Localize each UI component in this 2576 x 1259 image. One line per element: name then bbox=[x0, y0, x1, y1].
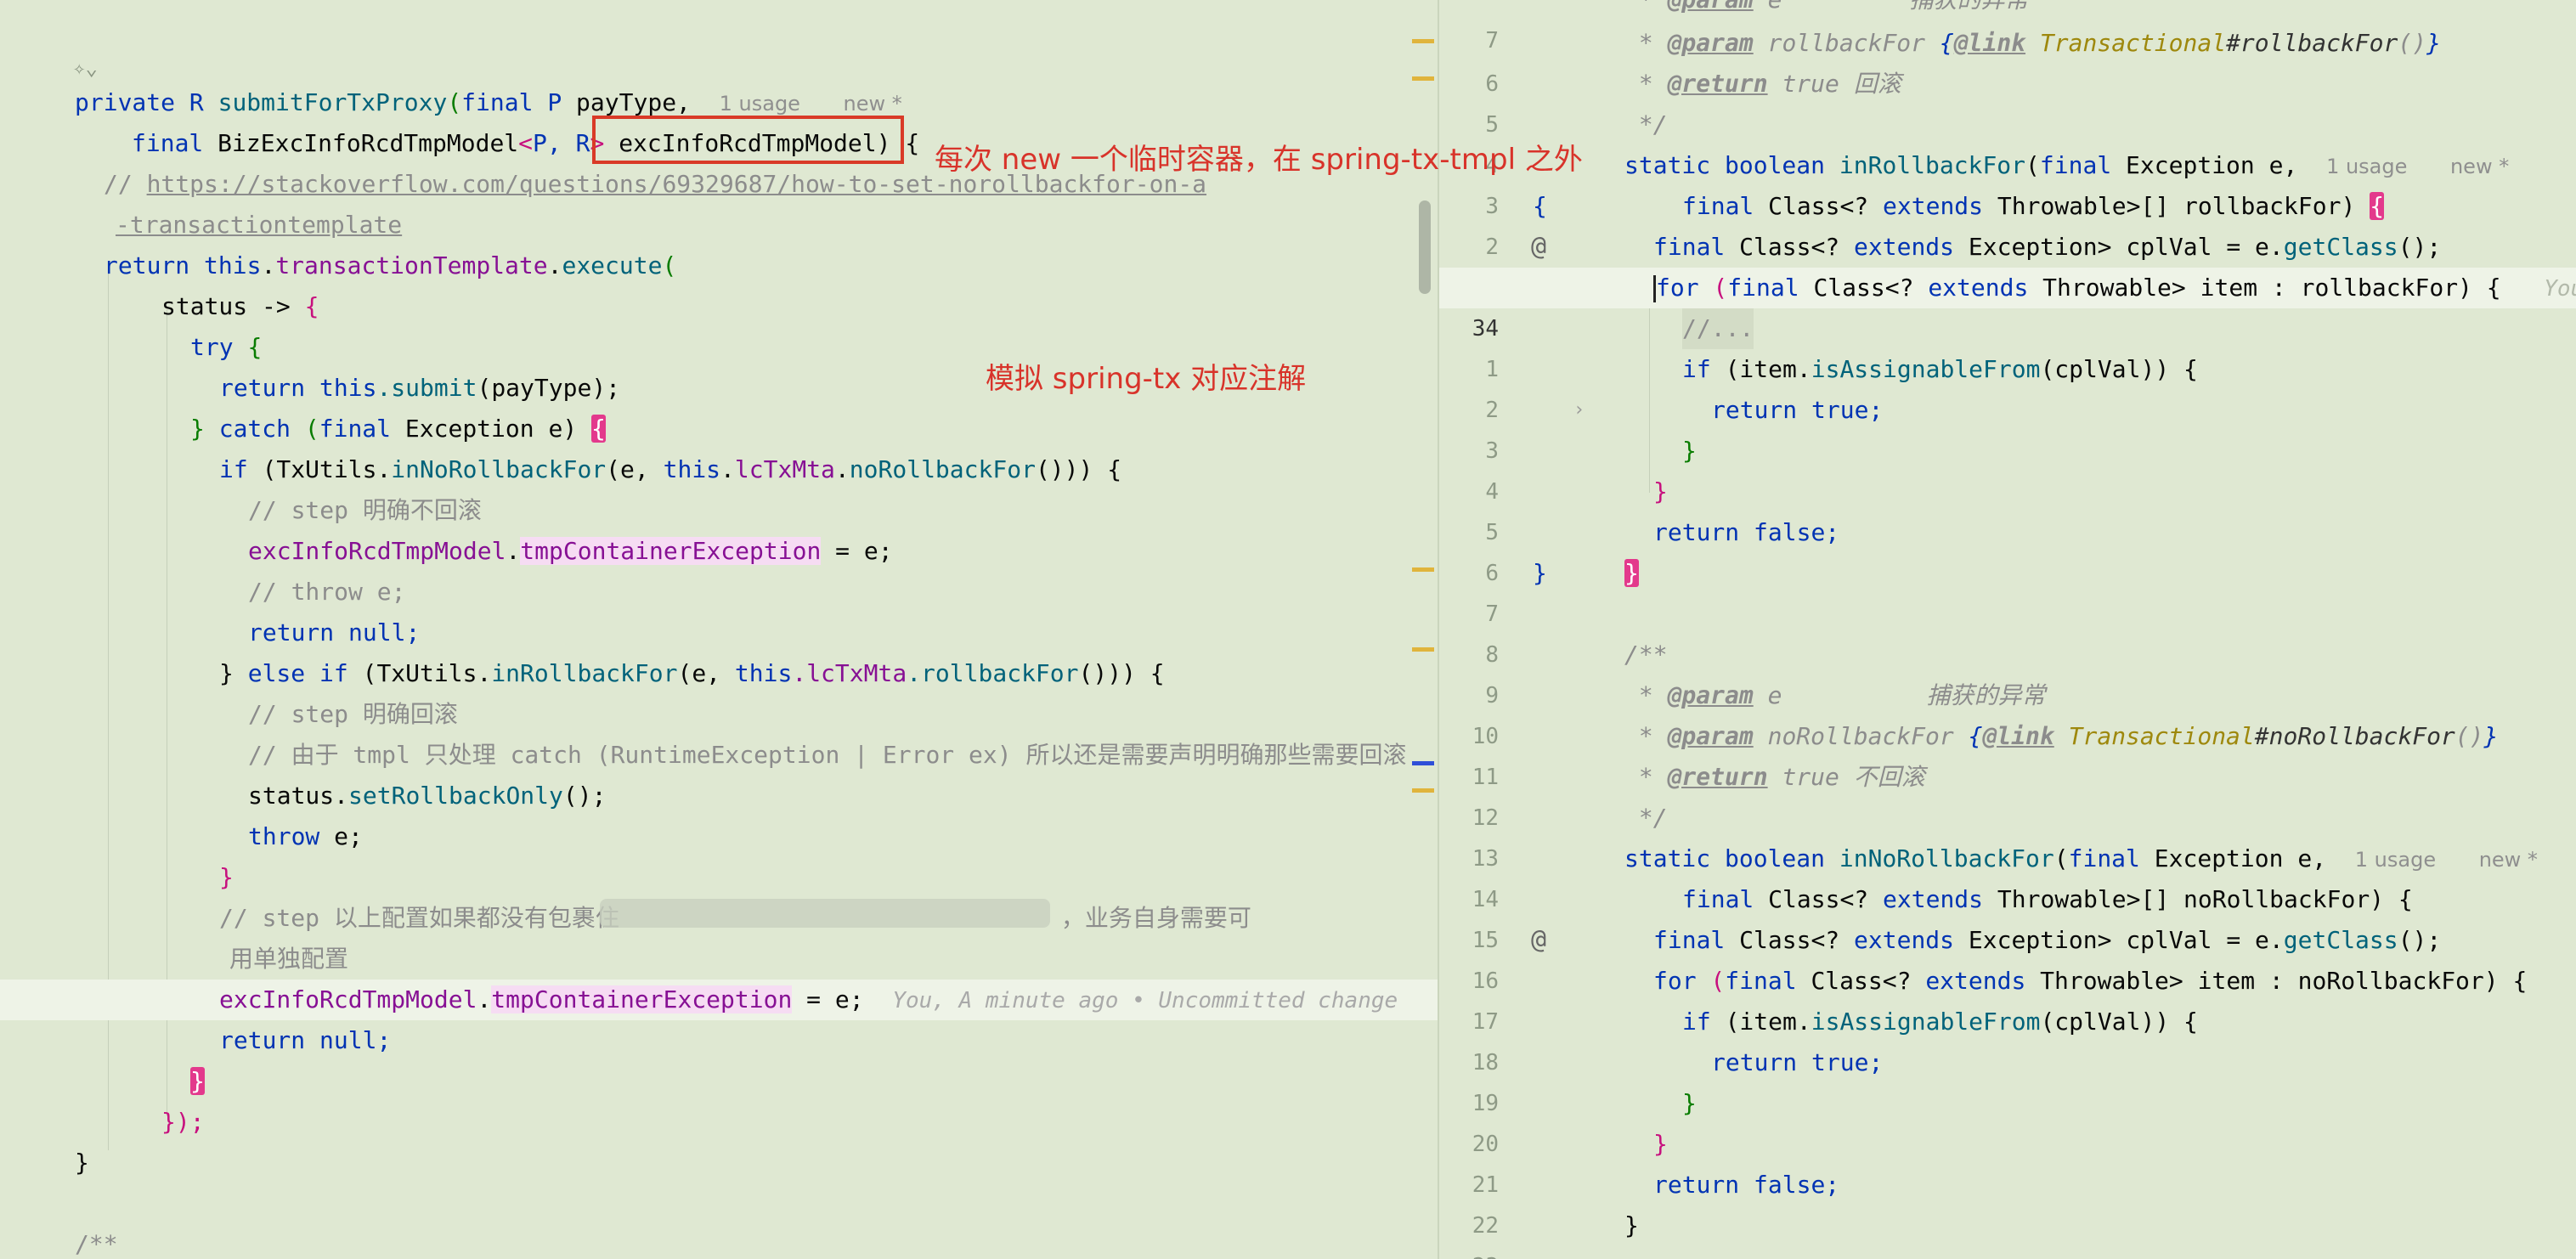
code-line-return-null1[interactable]: return null; bbox=[0, 613, 1438, 653]
author-hint[interactable]: new * bbox=[844, 92, 902, 116]
code-line-r-10[interactable]: 3 return true; bbox=[1439, 390, 2576, 464]
code-line-r-21[interactable]: 14 @ static boolean inNoRollbackFor(fina… bbox=[1439, 838, 2576, 955]
code-line-catch[interactable]: } catch (final Exception e) { bbox=[0, 409, 1438, 449]
annotation-box-text: 每次 new 一个临时容器，在 spring-tx-tmpl 之外 bbox=[935, 143, 1583, 177]
warning-marker[interactable] bbox=[1412, 788, 1434, 793]
code-line-r-14[interactable]: 7 } } bbox=[1439, 553, 2576, 627]
matched-brace: { bbox=[591, 415, 606, 443]
code-line-comment-step2[interactable]: // step 明确回滚 bbox=[0, 694, 1438, 735]
code-line-r-2[interactable]: 5 * @return true 回滚 bbox=[1439, 64, 2576, 138]
code-line-r-6[interactable]: 1 final Class<? extends Exception> cplVa… bbox=[1439, 227, 2576, 301]
code-line-r-1[interactable]: 6 * @param rollbackFor {@link Transactio… bbox=[1439, 23, 2576, 97]
git-blame-hint[interactable]: You, A minute ago • Uncommitted change bbox=[892, 988, 1398, 1013]
code-line-r-28[interactable]: 21 } bbox=[1439, 1124, 2576, 1198]
stackoverflow-link-cont[interactable]: -transactiontemplate bbox=[116, 211, 402, 239]
code-line-comment-tmpl[interactable]: // 由于 tmpl 只处理 catch (RuntimeException |… bbox=[0, 735, 1438, 776]
code-line-r-17[interactable]: 10 * @param e 捕获的异常 bbox=[1439, 675, 2576, 749]
warning-marker[interactable] bbox=[1412, 39, 1434, 43]
caret-marker[interactable] bbox=[1412, 761, 1434, 765]
code-line-r-26[interactable]: 19 return true; bbox=[1439, 1042, 2576, 1116]
usage-hint[interactable]: 1 usage bbox=[2326, 155, 2407, 178]
code-line-r-11[interactable]: 4 } bbox=[1439, 431, 2576, 505]
code-line-r-13[interactable]: 6 return false; bbox=[1439, 512, 2576, 586]
author-hint[interactable]: new * bbox=[2450, 155, 2509, 178]
code-line-r-3[interactable]: 4 */ bbox=[1439, 104, 2576, 178]
code-line-r-9[interactable]: 2 if (item.isAssignableFrom(cplVal)) { bbox=[1439, 349, 2576, 423]
warning-marker[interactable] bbox=[1412, 76, 1434, 81]
code-line-comment-step3-cont[interactable]: 用单独配置 bbox=[0, 939, 1438, 980]
code-line-r-22[interactable]: 15 final Class<? extends Throwable>[] no… bbox=[1439, 879, 2576, 953]
editor-window: ✧⌄ private R submitForTxProxy(final P pa… bbox=[0, 0, 2576, 1259]
code-line-r-30[interactable]: 23 } bbox=[1439, 1205, 2576, 1259]
code-line-r-20[interactable]: 13 */ bbox=[1439, 798, 2576, 872]
code-line-return-null2[interactable]: return null; bbox=[0, 1020, 1438, 1061]
code-line-r-19[interactable]: 12 * @return true 不回滚 bbox=[1439, 757, 2576, 831]
code-line-close-lambda[interactable]: } bbox=[0, 1061, 1438, 1102]
code-line-r-23[interactable]: 16 final Class<? extends Exception> cplV… bbox=[1439, 920, 2576, 994]
code-line-close-if[interactable]: } bbox=[0, 857, 1438, 898]
author-hint[interactable]: new * bbox=[2479, 848, 2538, 872]
git-blame-hint[interactable]: You bbox=[2544, 276, 2576, 302]
warning-marker[interactable] bbox=[1412, 567, 1434, 572]
code-line-r-12[interactable]: 5 } bbox=[1439, 471, 2576, 545]
code-line-throw[interactable]: throw e; bbox=[0, 816, 1438, 857]
code-line-r-8[interactable]: 1 › //... bbox=[1439, 308, 2576, 421]
code-line-if-no-rollback[interactable]: if (TxUtils.inNoRollbackFor(e, this.lcTx… bbox=[0, 449, 1438, 490]
code-line-set-rollback[interactable]: status.setRollbackOnly(); bbox=[0, 776, 1438, 816]
code-line-r-5[interactable]: 2 { final Class<? extends Throwable>[] r… bbox=[1439, 186, 2576, 260]
code-line-return-execute[interactable]: return this.transactionTemplate.execute( bbox=[0, 246, 1438, 286]
annotation-highlight-box bbox=[592, 116, 904, 164]
code-line-close-method[interactable]: } bbox=[0, 1143, 1438, 1183]
code-line-r-24[interactable]: 17 for (final Class<? extends Throwable>… bbox=[1439, 961, 2576, 1035]
matched-brace: } bbox=[1624, 559, 1639, 587]
code-line-else-if[interactable]: } else if (TxUtils.inRollbackFor(e, this… bbox=[0, 653, 1438, 694]
code-line-r-18[interactable]: 11 * @param noRollbackFor {@link Transac… bbox=[1439, 716, 2576, 790]
code-line-javadoc-start[interactable]: /** bbox=[0, 1224, 1438, 1259]
code-line-comment-step1[interactable]: // step 明确不回滚 bbox=[0, 490, 1438, 531]
code-line-r-4[interactable]: 3 @ static boolean inRollbackFor(final E… bbox=[1439, 145, 2576, 262]
matched-brace: { bbox=[2370, 192, 2385, 220]
blurred-text bbox=[600, 899, 1050, 928]
warning-marker[interactable] bbox=[1412, 647, 1434, 652]
code-line-comment-url-cont[interactable]: -transactiontemplate bbox=[0, 205, 1438, 246]
code-line-assign2-current[interactable]: excInfoRcdTmpModel.tmpContainerException… bbox=[0, 980, 1438, 1020]
code-line-r-16[interactable]: 9 /** bbox=[1439, 635, 2576, 709]
matched-brace: } bbox=[190, 1067, 205, 1095]
right-editor-pane[interactable]: 7 * @param e捕获的异常 6 * @param rollbackFor… bbox=[1439, 0, 2576, 1259]
code-line-assign1[interactable]: excInfoRcdTmpModel.tmpContainerException… bbox=[0, 531, 1438, 572]
code-line-lambda[interactable]: status -> { bbox=[0, 286, 1438, 327]
code-line-r-29[interactable]: 22 return false; bbox=[1439, 1165, 2576, 1239]
code-line-r-25[interactable]: 18 if (item.isAssignableFrom(cplVal)) { bbox=[1439, 1002, 2576, 1076]
code-line-comment-throw[interactable]: // throw e; bbox=[0, 572, 1438, 613]
left-editor-pane[interactable]: ✧⌄ private R submitForTxProxy(final P pa… bbox=[0, 0, 1438, 1259]
usage-hint[interactable]: 1 usage bbox=[720, 92, 800, 116]
usage-hint[interactable]: 1 usage bbox=[2355, 848, 2436, 872]
annotation-simulate-text: 模拟 spring-tx 对应注解 bbox=[986, 362, 1307, 396]
code-line-r-27[interactable]: 20 } bbox=[1439, 1083, 2576, 1157]
code-line-r-15[interactable]: 8 bbox=[1439, 594, 2576, 668]
code-line-close-execute[interactable]: }); bbox=[0, 1102, 1438, 1143]
code-line-r-7-current[interactable]: 34 for (final Class<? extends Throwable>… bbox=[1439, 268, 2576, 342]
vertical-scrollbar-thumb[interactable] bbox=[1419, 200, 1431, 294]
code-line-r-0[interactable]: 7 * @param e捕获的异常 bbox=[1439, 0, 2576, 54]
